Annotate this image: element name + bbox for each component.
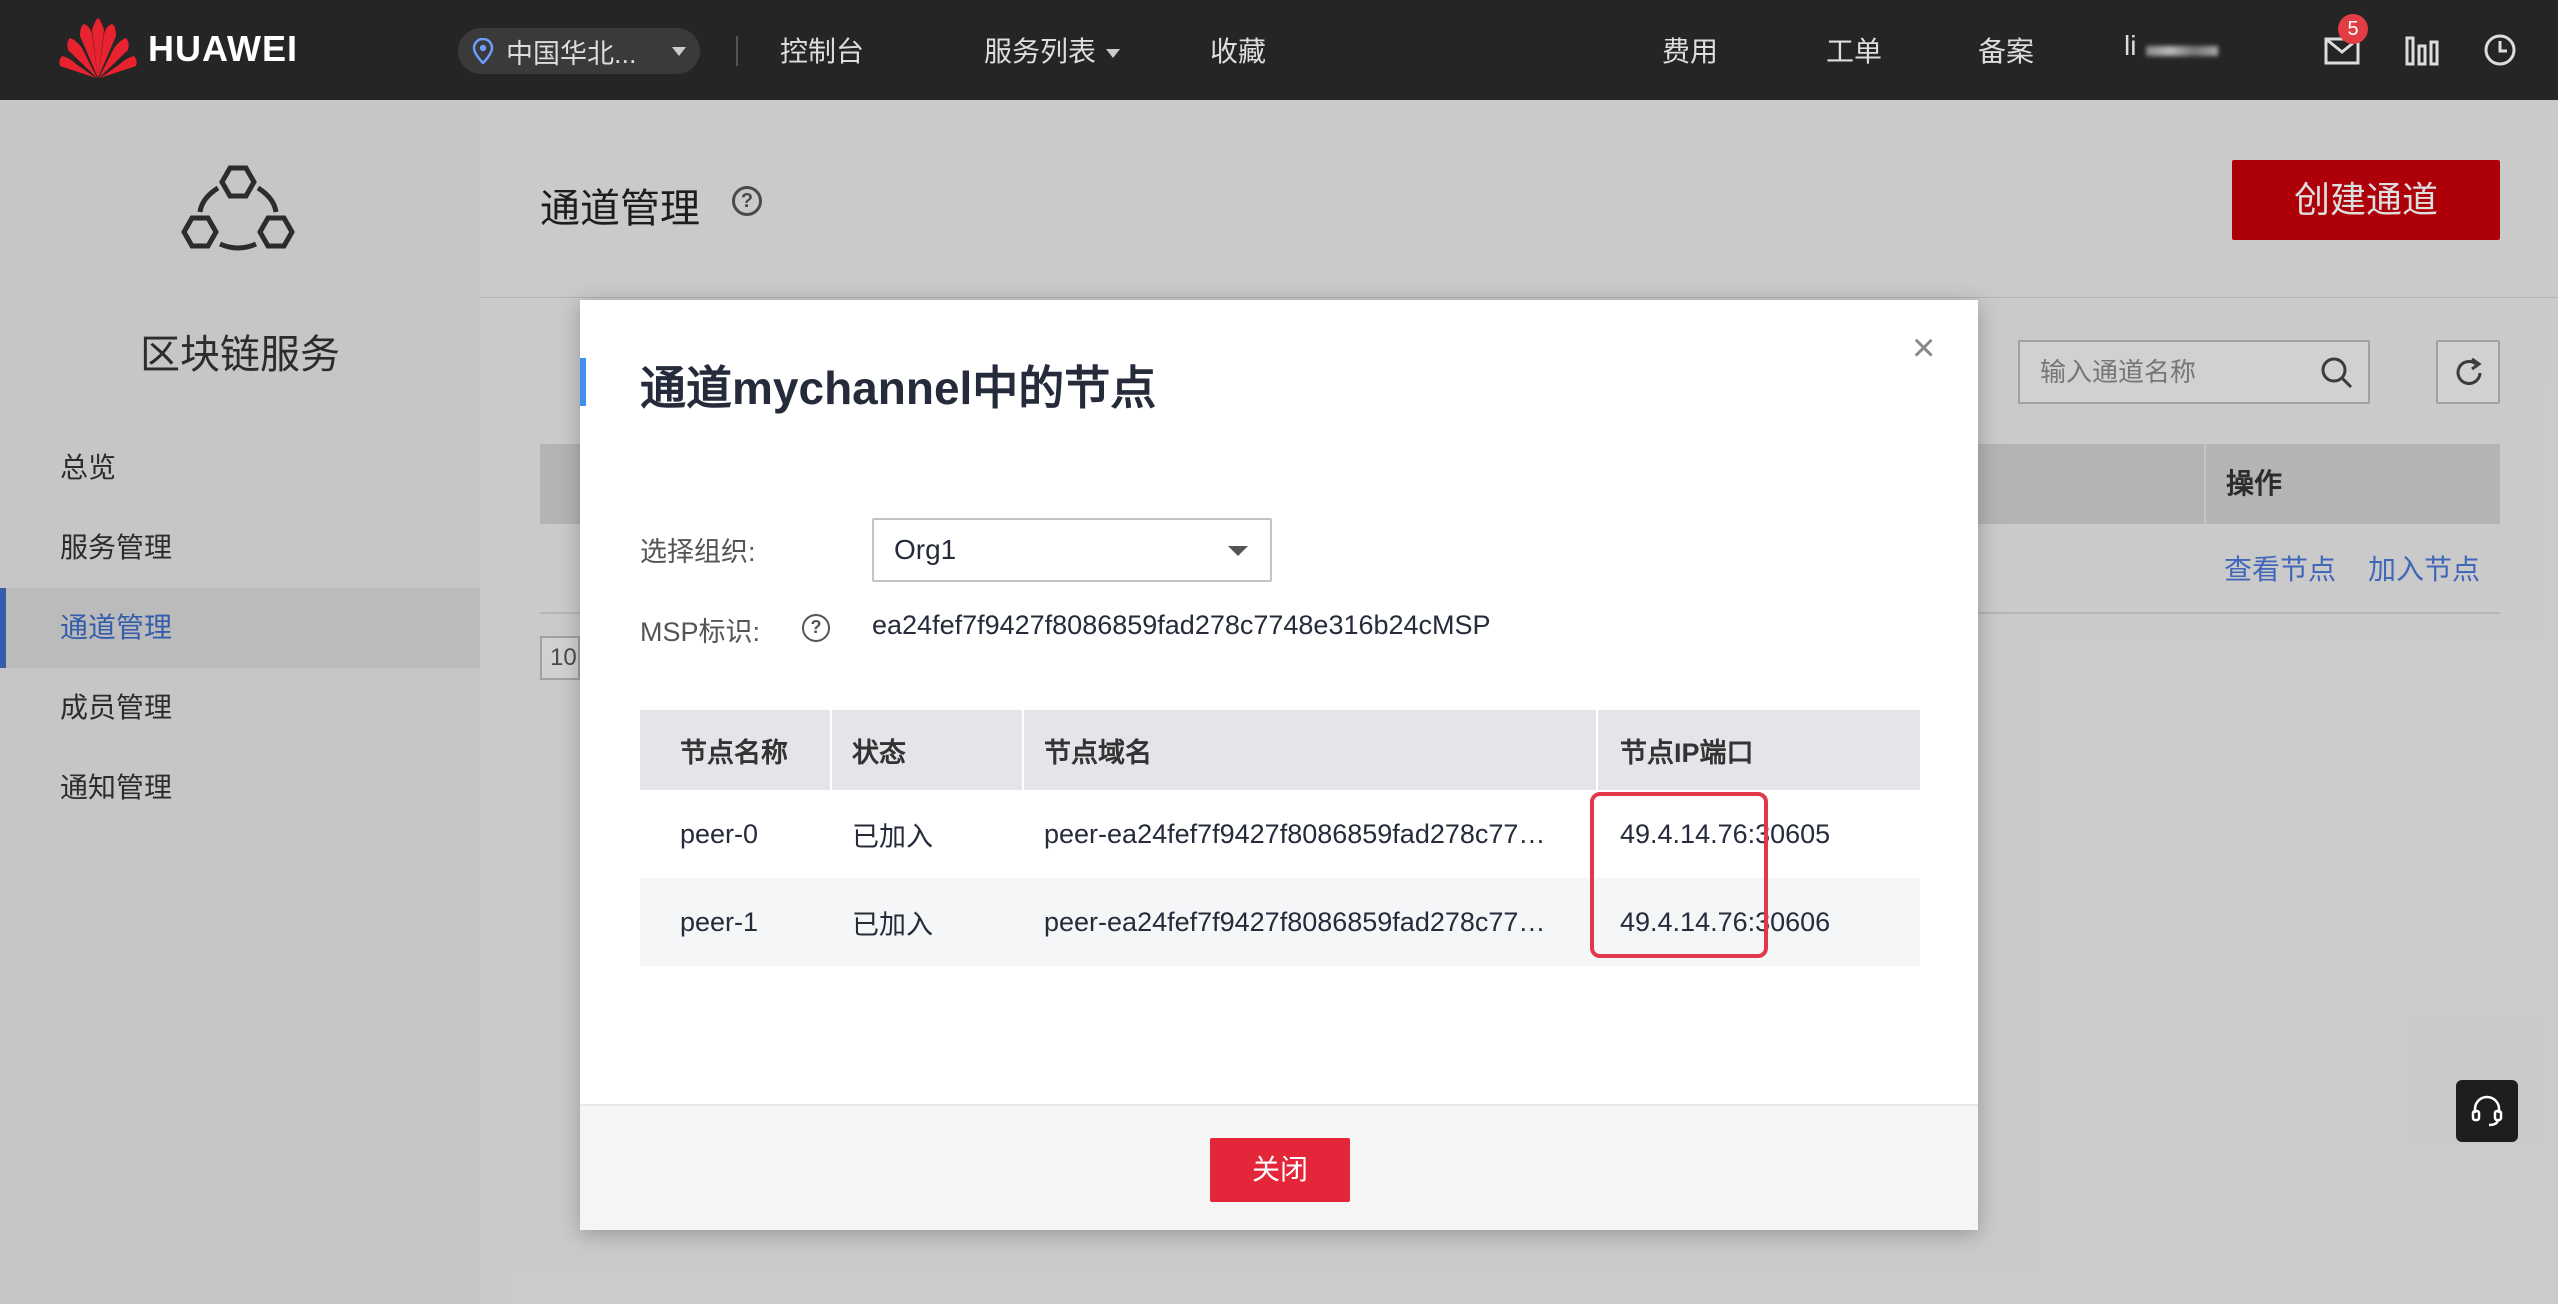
column-divider [1022,710,1024,790]
caret-down-icon [1106,49,1121,59]
headset-icon [2471,1095,2503,1127]
msp-help-icon[interactable]: ? [802,614,830,642]
msp-id-value: ea24fef7f9427f8086859fad278c7748e316b24c… [872,610,1491,640]
nav-services-menu[interactable]: 服务列表 [984,30,1121,70]
node-name-cell: peer-1 [680,906,759,937]
user-menu[interactable]: li [2124,30,2136,62]
node-domain-cell: peer-ea24fef7f9427f8086859fad278c77… [1044,906,1546,937]
msp-label: MSP标识: [640,617,761,647]
username-blurred [2146,46,2218,56]
column-header-node-ip-port: 节点IP端口 [1620,737,1754,768]
nodes-table-header: 节点名称 状态 节点域名 节点IP端口 [640,710,1920,790]
column-header-node-domain: 节点域名 [1044,737,1152,768]
dialog-footer: 关闭 [580,1104,1978,1230]
clock-icon[interactable] [2480,30,2520,70]
location-pin-icon [472,38,494,64]
nav-icp-link[interactable]: 备案 [1978,30,2034,70]
nav-billing-link[interactable]: 费用 [1662,30,1718,70]
node-status-cell: 已加入 [852,909,933,940]
column-divider [1596,710,1598,790]
node-domain-cell: peer-ea24fef7f9427f8086859fad278c77… [1044,818,1546,849]
org-label: 选择组织: [640,537,756,567]
huawei-logo[interactable]: HUAWEI [58,18,298,80]
column-header-status: 状态 [852,737,906,768]
node-name-cell: peer-0 [680,818,759,849]
region-label: 中国华北... [506,38,637,69]
nav-services-label: 服务列表 [984,36,1097,67]
caret-down-icon [672,47,686,56]
org-select-value: Org1 [894,534,957,565]
node-status-cell: 已加入 [852,821,933,852]
brand-name: HUAWEI [148,28,298,69]
nav-favorites-link[interactable]: 收藏 [1210,30,1266,70]
stats-icon[interactable] [2402,30,2442,70]
column-header-node-name: 节点名称 [680,737,788,768]
customer-service-button[interactable] [2456,1080,2518,1142]
column-divider [830,710,832,790]
nav-divider [736,36,738,66]
title-accent-bar [580,358,586,406]
dialog-title: 通道mychannel中的节点 [640,362,1157,414]
top-navigation-bar: HUAWEI 中国华北... 控制台 服务列表 收藏 费用 工单 备案 li 5 [0,0,2558,100]
nav-console-link[interactable]: 控制台 [780,30,864,70]
channel-nodes-dialog: 通道mychannel中的节点 × 选择组织: Org1 MSP标识: ? ea… [580,300,1978,1230]
message-count-badge: 5 [2338,14,2368,44]
caret-down-icon [1228,546,1248,556]
close-icon[interactable]: × [1912,328,1935,368]
huawei-flower-icon [59,18,137,78]
region-selector[interactable]: 中国华北... [458,28,700,74]
ip-highlight-box [1590,792,1768,958]
nav-tickets-link[interactable]: 工单 [1826,30,1882,70]
org-select[interactable]: Org1 [872,518,1272,582]
close-button[interactable]: 关闭 [1210,1138,1350,1202]
